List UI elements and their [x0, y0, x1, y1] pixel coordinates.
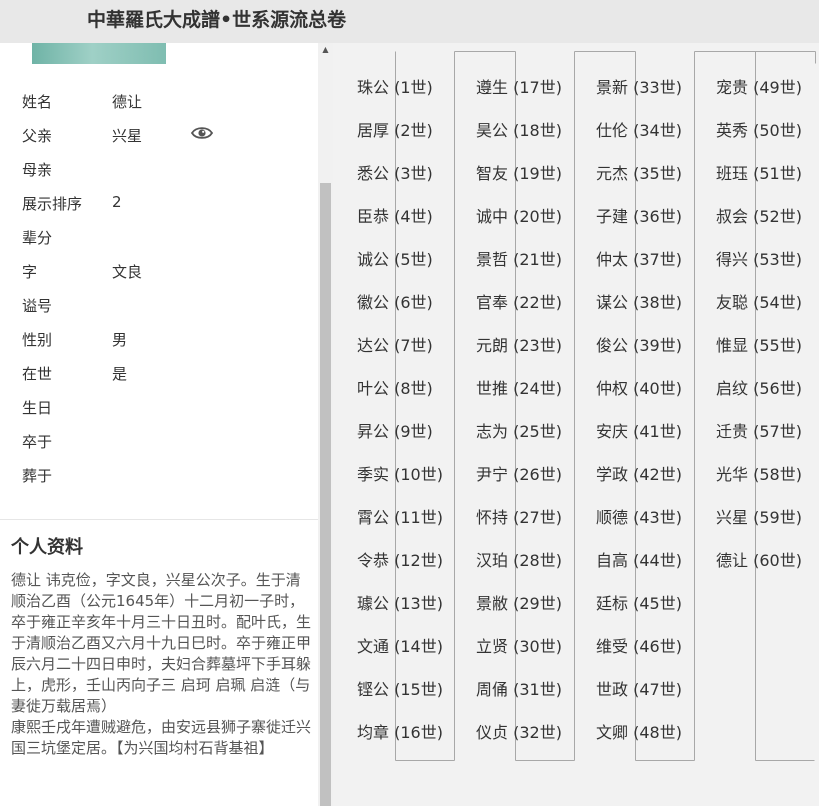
- info-label: 辈分: [22, 229, 53, 247]
- bio-paragraph: 康熙壬戌年遭贼避危，由安远县狮子寨徙迁兴国三坑堡定居。【为兴国均村石背基祖】: [11, 718, 312, 757]
- generation-item[interactable]: 尹宁 (26世): [474, 461, 564, 485]
- generation-item[interactable]: 昇公 (9世): [355, 418, 435, 442]
- generation-item[interactable]: 令恭 (12世): [355, 547, 445, 571]
- generation-item[interactable]: 仪贞 (32世): [474, 719, 564, 743]
- generation-item[interactable]: 景敝 (29世): [474, 590, 564, 614]
- generation-item[interactable]: 铿公 (15世): [355, 676, 445, 700]
- generation-item[interactable]: 居厚 (2世): [355, 117, 435, 141]
- generation-item[interactable]: 诚中 (20世): [474, 203, 564, 227]
- generation-item[interactable]: 廷标 (45世): [594, 590, 684, 614]
- generation-item[interactable]: 官奉 (22世): [474, 289, 564, 313]
- info-label: 卒于: [22, 433, 53, 451]
- generation-item[interactable]: 仲权 (40世): [594, 375, 684, 399]
- info-label: 姓名: [22, 93, 53, 111]
- info-value: 德让: [112, 93, 143, 111]
- generation-item[interactable]: 珠公 (1世): [355, 74, 435, 98]
- profile-bio: 德让 讳克俭，字文良，兴星公次子。生于清顺治乙酉（公元1645年）十二月初一子时…: [11, 570, 311, 759]
- generation-item[interactable]: 立贤 (30世): [474, 633, 564, 657]
- generation-item[interactable]: 迁贵 (57世): [714, 418, 804, 442]
- generation-item[interactable]: 遵生 (17世): [474, 74, 564, 98]
- generation-item[interactable]: 世推 (24世): [474, 375, 564, 399]
- person-detail-panel: 姓名 德让 父亲 兴星 母亲 展示排序 2 辈分字文良 谥号 性别男在世是生日 卒于 葬于 个人资料 …: [0, 43, 318, 806]
- generation-item[interactable]: 俊公 (39世): [594, 332, 684, 356]
- info-label: 性别: [22, 331, 53, 349]
- generation-item[interactable]: 周俑 (31世): [474, 676, 564, 700]
- profile-section-title: 个人资料: [11, 537, 83, 558]
- generation-item[interactable]: 得兴 (53世): [714, 246, 804, 270]
- generation-item[interactable]: 汉珀 (28世): [474, 547, 564, 571]
- generation-item[interactable]: 谋公 (38世): [594, 289, 684, 313]
- generation-item[interactable]: 仕伦 (34世): [594, 117, 684, 141]
- generation-item[interactable]: 景新 (33世): [594, 74, 684, 98]
- generation-item[interactable]: 志为 (25世): [474, 418, 564, 442]
- generation-item[interactable]: 惟显 (55世): [714, 332, 804, 356]
- info-value: 男: [112, 331, 128, 349]
- generation-item[interactable]: 启纹 (56世): [714, 375, 804, 399]
- generation-item[interactable]: 学政 (42世): [594, 461, 684, 485]
- generation-item[interactable]: 徽公 (6世): [355, 289, 435, 313]
- info-value: 兴星: [112, 127, 143, 145]
- generation-item[interactable]: 文通 (14世): [355, 633, 445, 657]
- generation-item[interactable]: 仲太 (37世): [594, 246, 684, 270]
- generation-item[interactable]: 元杰 (35世): [594, 160, 684, 184]
- generation-item[interactable]: 友聪 (54世): [714, 289, 804, 313]
- eye-icon[interactable]: [191, 125, 213, 141]
- generation-item[interactable]: 宠贵 (49世): [714, 74, 804, 98]
- info-label: 在世: [22, 365, 53, 383]
- generation-item[interactable]: 班珏 (51世): [714, 160, 804, 184]
- generation-item[interactable]: 英秀 (50世): [714, 117, 804, 141]
- generation-item[interactable]: 叶公 (8世): [355, 375, 435, 399]
- generation-item[interactable]: 臣恭 (4世): [355, 203, 435, 227]
- generation-item[interactable]: 悉公 (3世): [355, 160, 435, 184]
- generation-item[interactable]: 璩公 (13世): [355, 590, 445, 614]
- page-title: 中華羅氏大成譜•世系源流总卷: [87, 9, 347, 31]
- scrollbar-thumb[interactable]: [320, 183, 331, 806]
- generation-item[interactable]: 怀持 (27世): [474, 504, 564, 528]
- info-value: 文良: [112, 263, 143, 281]
- top-bar: 中華羅氏大成譜•世系源流总卷: [0, 0, 819, 43]
- generation-item[interactable]: 达公 (7世): [355, 332, 435, 356]
- avatar-photo: [32, 43, 166, 64]
- info-label: 生日: [22, 399, 53, 417]
- generation-item[interactable]: 诚公 (5世): [355, 246, 435, 270]
- generation-item[interactable]: 霄公 (11世): [355, 504, 445, 528]
- generation-item[interactable]: 德让 (60世): [714, 547, 804, 571]
- scroll-up-arrow-icon[interactable]: ▲: [321, 45, 330, 54]
- generation-item[interactable]: 叔会 (52世): [714, 203, 804, 227]
- info-label: 字: [22, 263, 38, 281]
- info-label: 展示排序: [22, 195, 83, 213]
- generation-item[interactable]: 维受 (46世): [594, 633, 684, 657]
- info-value: 2: [112, 193, 122, 211]
- generation-item[interactable]: 安庆 (41世): [594, 418, 684, 442]
- info-value: 是: [112, 365, 128, 383]
- generation-item[interactable]: 顺德 (43世): [594, 504, 684, 528]
- left-panel-scrollbar[interactable]: ▲: [318, 43, 333, 806]
- generation-item[interactable]: 光华 (58世): [714, 461, 804, 485]
- info-label: 父亲: [22, 127, 53, 145]
- generation-item[interactable]: 子建 (36世): [594, 203, 684, 227]
- generation-item[interactable]: 文卿 (48世): [594, 719, 684, 743]
- generation-item[interactable]: 兴星 (59世): [714, 504, 804, 528]
- generation-item[interactable]: 自高 (44世): [594, 547, 684, 571]
- bio-paragraph: 德让 讳克俭，字文良，兴星公次子。生于清顺治乙酉（公元1645年）十二月初一子时…: [11, 571, 312, 715]
- lineage-tree-panel: 珠公 (1世) 居厚 (2世) 悉公 (3世) 臣恭 (4世) 诚公 (5世) 徽公 (6…: [333, 43, 819, 806]
- generation-item[interactable]: 世政 (47世): [594, 676, 684, 700]
- generation-item[interactable]: 均章 (16世): [355, 719, 445, 743]
- generation-item[interactable]: 智友 (19世): [474, 160, 564, 184]
- generation-item[interactable]: 元朗 (23世): [474, 332, 564, 356]
- info-label: 母亲: [22, 161, 53, 179]
- info-label: 葬于: [22, 467, 53, 485]
- generation-item[interactable]: 景哲 (21世): [474, 246, 564, 270]
- generation-item[interactable]: 昊公 (18世): [474, 117, 564, 141]
- section-divider: [0, 519, 318, 520]
- generation-item[interactable]: 季实 (10世): [355, 461, 445, 485]
- info-label: 谥号: [22, 297, 53, 315]
